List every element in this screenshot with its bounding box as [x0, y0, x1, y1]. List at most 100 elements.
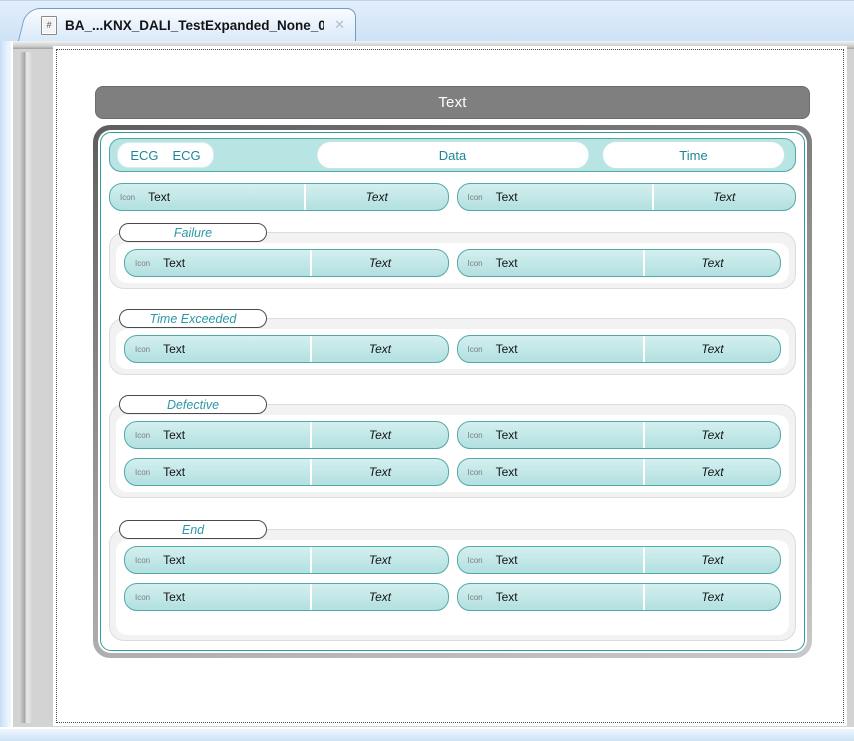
item-name: Text [496, 590, 518, 604]
item-row: Icon Text Text [124, 583, 781, 611]
main-panel: ECG ECG Data Time [93, 125, 812, 658]
item-row: Icon Text Text Icon Text [109, 183, 796, 211]
group-time-exceeded-title: Time Exceeded [150, 312, 237, 326]
status-item[interactable]: Icon Text Text [457, 183, 797, 211]
tab-bar: # BA_...KNX_DALI_TestExpanded_None_001 ✕ [0, 0, 854, 41]
toolbar-row: ECG ECG Data Time [109, 138, 796, 172]
item-row: Icon Text Text [124, 249, 781, 277]
item-icon-label: Icon [135, 593, 150, 602]
status-item[interactable]: Icon Text Text [109, 183, 449, 211]
ecg-button[interactable]: ECG ECG [117, 142, 214, 168]
time-field[interactable]: Time [602, 141, 785, 169]
item-value: Text [701, 553, 723, 567]
item-right-segment: Text [643, 584, 780, 610]
item-icon-label: Icon [120, 193, 135, 202]
document-icon-glyph: # [46, 20, 51, 30]
status-item[interactable]: Icon Text Text [457, 546, 782, 574]
item-right-segment: Text [310, 422, 447, 448]
item-value: Text [369, 428, 391, 442]
design-page[interactable]: Text ECG ECG Data [53, 46, 847, 726]
main-panel-content: ECG ECG Data Time [100, 132, 805, 651]
group-end: End Icon Text [109, 520, 796, 641]
title-bar-label: Text [438, 94, 466, 111]
group-end-box: Icon Text Text [109, 529, 796, 641]
item-value: Text [701, 428, 723, 442]
item-name: Text [496, 428, 518, 442]
group-defective-box: Icon Text Text [109, 404, 796, 498]
item-value: Text [366, 190, 388, 204]
item-value: Text [369, 256, 391, 270]
item-row: Icon Text Text [124, 546, 781, 574]
item-name: Text [496, 256, 518, 270]
data-field[interactable]: Data [316, 141, 589, 169]
item-value: Text [713, 190, 735, 204]
canvas-left-groove [19, 52, 32, 723]
item-left-segment: Icon Text [110, 184, 304, 210]
status-item[interactable]: Icon Text Text [124, 458, 449, 486]
group-end-label[interactable]: End [119, 520, 267, 539]
item-right-segment: Text [643, 336, 780, 362]
item-value: Text [701, 256, 723, 270]
status-item[interactable]: Icon Text Text [124, 421, 449, 449]
status-item[interactable]: Icon Text Text [124, 249, 449, 277]
item-value: Text [369, 465, 391, 479]
item-right-segment: Text [643, 250, 780, 276]
status-item[interactable]: Icon Text Text [457, 583, 782, 611]
item-right-segment: Text [310, 584, 447, 610]
item-name: Text [163, 256, 185, 270]
status-item[interactable]: Icon Text Text [457, 249, 782, 277]
status-item[interactable]: Icon Text Text [457, 458, 782, 486]
status-item[interactable]: Icon Text Text [124, 546, 449, 574]
item-icon-label: Icon [468, 468, 483, 477]
item-right-segment: Text [310, 336, 447, 362]
item-row: Icon Text Text [124, 335, 781, 363]
item-right-segment: Text [310, 459, 447, 485]
item-icon-label: Icon [468, 193, 483, 202]
item-name: Text [163, 342, 185, 356]
item-right-segment: Text [643, 422, 780, 448]
time-field-label: Time [679, 148, 707, 163]
item-icon-label: Icon [135, 556, 150, 565]
group-failure-title: Failure [174, 226, 212, 240]
item-icon-label: Icon [468, 593, 483, 602]
item-left-segment: Icon Text [458, 184, 652, 210]
group-defective-inner: Icon Text Text [116, 415, 789, 492]
title-bar[interactable]: Text [95, 86, 810, 119]
group-defective-label[interactable]: Defective [119, 395, 267, 414]
item-icon-label: Icon [468, 556, 483, 565]
item-name: Text [496, 342, 518, 356]
item-right-segment: Text [310, 547, 447, 573]
item-icon-label: Icon [468, 431, 483, 440]
window-frame-bottom [0, 727, 854, 741]
close-icon[interactable]: ✕ [332, 17, 347, 33]
status-item[interactable]: Icon Text Text [124, 583, 449, 611]
item-value: Text [701, 342, 723, 356]
group-time-exceeded-label[interactable]: Time Exceeded [119, 309, 267, 328]
item-left-segment: Icon Text [458, 459, 643, 485]
status-item[interactable]: Icon Text Text [124, 335, 449, 363]
item-name: Text [163, 428, 185, 442]
group-end-inner: Icon Text Text [116, 540, 789, 635]
document-icon: # [41, 16, 57, 35]
item-row: Icon Text Text [124, 421, 781, 449]
group-failure-inner: Icon Text Text [116, 243, 789, 283]
item-left-segment: Icon Text [458, 422, 643, 448]
group-defective-title: Defective [167, 398, 219, 412]
data-field-label: Data [439, 148, 466, 163]
item-row: Icon Text Text [124, 458, 781, 486]
group-failure: Failure Icon Text [109, 223, 796, 289]
item-icon-label: Icon [468, 259, 483, 268]
group-failure-label[interactable]: Failure [119, 223, 267, 242]
item-left-segment: Icon Text [125, 336, 310, 362]
item-name: Text [496, 465, 518, 479]
item-left-segment: Icon Text [458, 584, 643, 610]
status-item[interactable]: Icon Text Text [457, 421, 782, 449]
item-left-segment: Icon Text [125, 459, 310, 485]
tab-active[interactable]: # BA_...KNX_DALI_TestExpanded_None_001 ✕ [30, 8, 356, 41]
group-defective: Defective Icon Text [109, 395, 796, 498]
item-value: Text [701, 465, 723, 479]
item-left-segment: Icon Text [458, 336, 643, 362]
item-left-segment: Icon Text [125, 584, 310, 610]
status-item[interactable]: Icon Text Text [457, 335, 782, 363]
item-name: Text [148, 190, 170, 204]
